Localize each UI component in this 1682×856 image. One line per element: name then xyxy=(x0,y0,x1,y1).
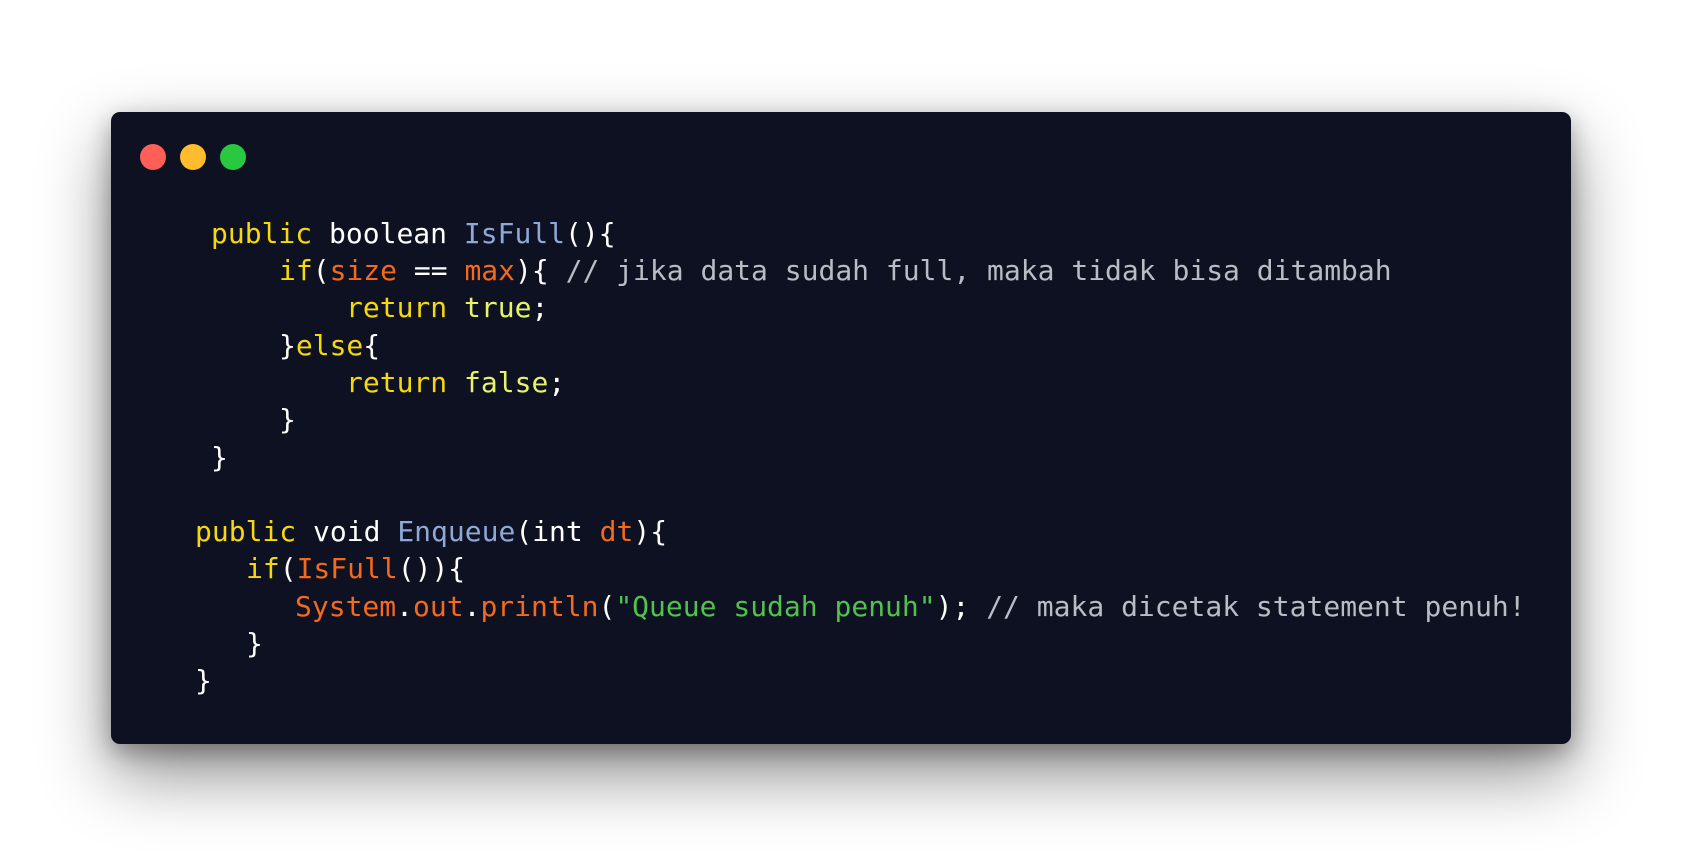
code-token-variable: size xyxy=(329,254,398,287)
code-token-plain: ()){ xyxy=(397,552,466,585)
code-token-keyword: return xyxy=(346,291,448,324)
code-window xyxy=(111,112,1571,744)
code-token-plain: } xyxy=(211,441,228,474)
code-token-keyword: public xyxy=(195,515,297,548)
code-token-plain: int xyxy=(532,515,583,548)
minimize-window-button[interactable] xyxy=(180,144,206,170)
code-token-comment: // jika data sudah full, maka tidak bisa… xyxy=(565,254,1392,287)
code-token-plain: ( xyxy=(312,254,330,287)
code-token-plain: } xyxy=(246,627,263,660)
code-line: if(size == max){ // jika data sudah full… xyxy=(279,252,1392,289)
code-token-variable: dt xyxy=(599,515,634,548)
code-token-variable: println xyxy=(480,590,599,623)
code-token-function: Enqueue xyxy=(397,515,516,548)
code-line: }else{ xyxy=(279,327,380,364)
code-line: public boolean IsFull(){ xyxy=(211,215,616,252)
code-line: } xyxy=(246,625,263,662)
code-token-keyword: return xyxy=(346,366,448,399)
code-line: if(IsFull()){ xyxy=(246,550,465,587)
code-token-plain: ){ xyxy=(515,254,566,287)
code-token-plain: ){ xyxy=(633,515,668,548)
close-window-button[interactable] xyxy=(140,144,166,170)
code-token-keyword: else xyxy=(295,329,364,362)
zoom-window-button[interactable] xyxy=(220,144,246,170)
code-token-keyword: public xyxy=(211,217,313,250)
code-line: } xyxy=(279,401,296,438)
code-token-variable: out xyxy=(413,590,464,623)
code-token-plain: } xyxy=(279,403,296,436)
code-token-keyword: if xyxy=(246,552,280,585)
code-token-plain: } xyxy=(279,329,296,362)
code-token-plain: ( xyxy=(515,515,533,548)
code-token-variable: max xyxy=(464,254,516,287)
code-token-function: IsFull xyxy=(463,217,566,250)
code-line: public void Enqueue(int dt){ xyxy=(195,513,667,550)
code-token-plain: == xyxy=(397,254,465,287)
code-token-variable: IsFull xyxy=(296,552,398,585)
code-token-plain: . xyxy=(396,590,414,623)
code-token-plain: } xyxy=(195,664,212,697)
code-token-plain: ); xyxy=(935,590,987,623)
code-token-boolean: true xyxy=(464,291,532,324)
code-line: System.out.println("Queue sudah penuh");… xyxy=(295,588,1526,625)
code-token-plain: . xyxy=(463,590,481,623)
code-token-boolean: false xyxy=(464,366,549,399)
code-line: } xyxy=(211,439,228,476)
code-line: } xyxy=(195,662,212,699)
code-token-plain: ; xyxy=(548,366,566,399)
code-token-plain: ; xyxy=(531,291,549,324)
code-token-keyword: if xyxy=(279,254,313,287)
code-token-plain: (){ xyxy=(565,217,616,250)
code-line: return true; xyxy=(346,289,548,326)
code-token-plain: boolean xyxy=(329,217,448,250)
code-token-plain: ( xyxy=(279,552,297,585)
code-token-string: "Queue sudah penuh" xyxy=(615,590,936,623)
code-token-plain: void xyxy=(313,515,381,548)
code-line: return false; xyxy=(346,364,565,401)
code-token-variable: System xyxy=(295,590,397,623)
code-token-plain: { xyxy=(363,329,381,362)
code-token-comment: // maka dicetak statement penuh! xyxy=(986,590,1526,623)
code-token-plain: ( xyxy=(598,590,616,623)
